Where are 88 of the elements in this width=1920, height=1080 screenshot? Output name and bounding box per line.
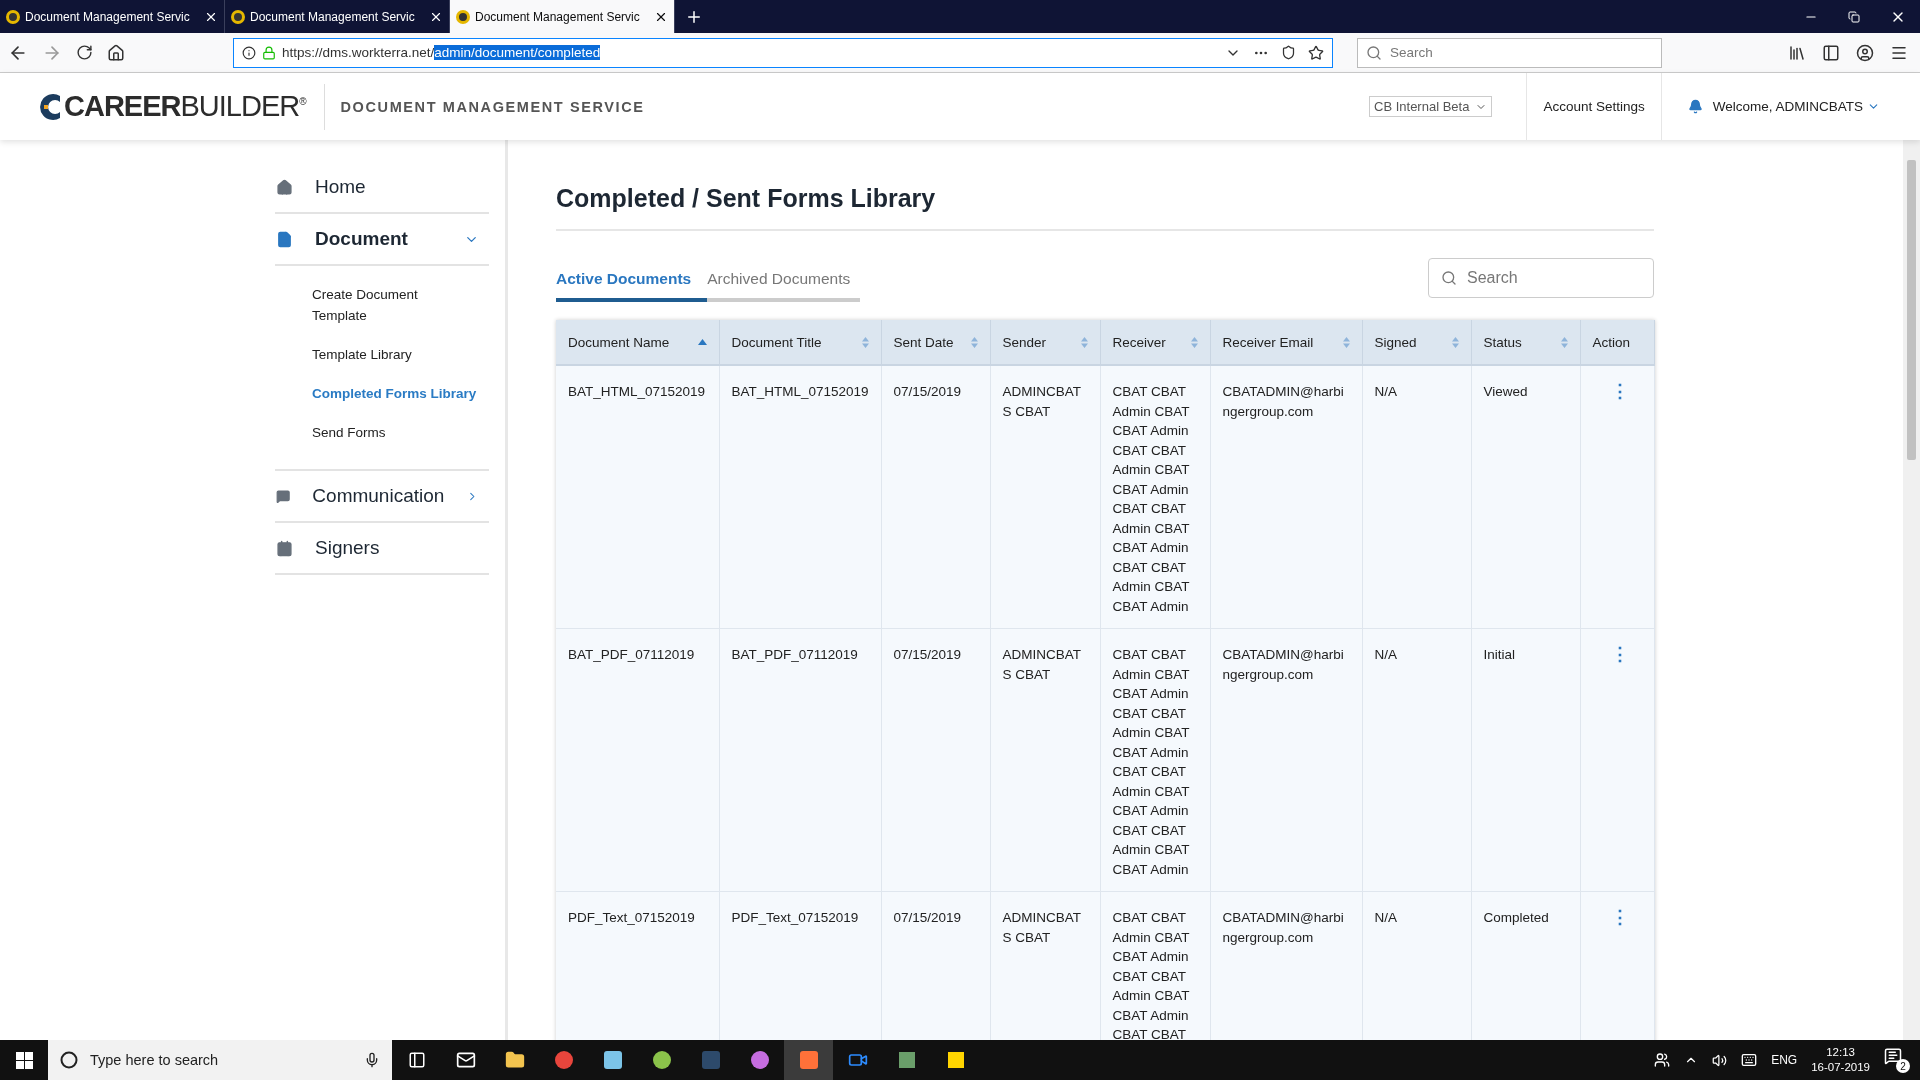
table-cell-text: BAT_HTML_07152019 <box>568 383 707 401</box>
column-header[interactable]: Document Name <box>556 320 719 365</box>
app-icon[interactable] <box>784 1040 833 1080</box>
table-cell-text: Initial <box>1483 646 1516 664</box>
table-cell-text: 07/15/2019 <box>893 383 963 401</box>
document-icon <box>276 230 293 248</box>
table-cell-text: BAT_HTML_07152019 <box>731 383 869 401</box>
site-icon <box>231 9 245 24</box>
welcome-menu[interactable]: Welcome, ADMINCBATS <box>1712 99 1880 114</box>
table-cell-text: CBATADMIN@harbingergroup.com <box>1222 383 1345 421</box>
microphone-icon[interactable] <box>364 1052 380 1068</box>
logo-icon <box>40 91 62 122</box>
table-cell-text: ADMINCBATS CBAT <box>1002 909 1082 947</box>
column-header[interactable]: Sender <box>990 320 1100 365</box>
browser-tab[interactable]: Document Management Servic <box>450 0 675 33</box>
table-cell-text: N/A <box>1374 909 1398 927</box>
table-cell-text: N/A <box>1374 383 1398 401</box>
sidebar-item[interactable]: Signers <box>275 523 489 575</box>
table-cell-text: 07/15/2019 <box>893 909 963 927</box>
account-icon[interactable] <box>1856 43 1874 62</box>
more-button[interactable]: ⋮ <box>1592 645 1629 664</box>
site-icon <box>6 9 20 24</box>
site-icon <box>456 9 470 24</box>
search-icon <box>1366 44 1382 61</box>
more-button[interactable]: ⋮ <box>1592 382 1629 401</box>
sidebar-link[interactable]: Send Forms <box>312 416 447 455</box>
service-title: DOCUMENT MANAGEMENT SERVICE <box>323 83 645 130</box>
windows-icon[interactable] <box>15 1051 33 1069</box>
lock-icon[interactable] <box>262 45 276 60</box>
table-cell-text: CBAT CBAT Admin CBAT CBAT Admin CBAT CBAT Admin CBAT CBAT Admin CBAT CBAT <box>1112 909 1191 1040</box>
column-header[interactable]: Document Title <box>719 320 881 365</box>
search-field[interactable]: Search <box>1428 258 1654 298</box>
search-field[interactable]: Type here to search <box>48 1040 392 1080</box>
people-icon[interactable] <box>1654 1052 1671 1068</box>
table-cell-text: Completed <box>1483 909 1550 927</box>
shield-icon[interactable] <box>1281 45 1296 60</box>
restore-icon[interactable] <box>1848 10 1860 23</box>
table-cell-text: CBATADMIN@harbingergroup.com <box>1222 646 1345 684</box>
column-header[interactable]: Sent Date <box>881 320 990 365</box>
address-field[interactable]: https://dms.workterra.net/admin/document/completed <box>233 37 1333 68</box>
search-field[interactable]: Search <box>1357 37 1662 68</box>
table-cell-text: PDF_Text_07152019 <box>568 909 696 927</box>
tab[interactable]: Active Documents <box>556 262 708 302</box>
clock[interactable]: 12:13 16-07-2019 <box>1811 1045 1870 1075</box>
sort-up-icon[interactable] <box>697 339 707 345</box>
column-header[interactable]: Receiver <box>1100 320 1210 365</box>
sidebar-item[interactable]: Document <box>275 214 489 266</box>
table-cell-text: CBATADMIN@harbingergroup.com <box>1222 909 1345 947</box>
table-cell-text: PDF_Text_07152019 <box>731 909 860 927</box>
volume-icon[interactable] <box>1712 1052 1728 1068</box>
sidebar-item[interactable]: Communication <box>275 471 489 523</box>
table-cell-text: ADMINCBATS CBAT <box>1002 383 1082 421</box>
tab[interactable]: Archived Documents <box>707 262 861 302</box>
bell-icon[interactable] <box>1687 99 1703 114</box>
reload-icon[interactable] <box>76 44 93 61</box>
home-icon <box>276 178 293 196</box>
environment-select[interactable]: CB Internal Beta <box>1369 96 1493 117</box>
home-icon[interactable] <box>107 43 125 62</box>
logo: CAREERBUILDER$^{®}$ <box>64 90 306 123</box>
table-cell-text: BAT_PDF_07112019 <box>568 646 696 664</box>
table-cell-text: CBAT CBAT Admin CBAT CBAT Admin CBAT CBAT Admin CBAT CBAT Admin CBAT CBAT Admin CBAT CBAT Admin CBAT CBAT Admin CBAT CBAT Admin <box>1112 646 1191 879</box>
column-header[interactable]: Receiver Email <box>1210 320 1362 365</box>
info-icon[interactable] <box>242 45 256 60</box>
column-header[interactable]: Status <box>1471 320 1580 365</box>
keyboard-icon[interactable] <box>1741 1052 1758 1068</box>
column-header: Action <box>1580 320 1654 365</box>
sidebar-link[interactable]: Template Library <box>312 338 447 377</box>
more-button[interactable]: ⋮ <box>1592 908 1629 927</box>
column-header[interactable]: Signed <box>1362 320 1471 365</box>
table-cell-text: ADMINCBATS CBAT <box>1002 646 1082 684</box>
search-icon <box>1441 270 1457 286</box>
library-icon[interactable] <box>1788 43 1806 62</box>
page-title: Completed / Sent Forms Library <box>556 184 1654 231</box>
table-cell-text: CBAT CBAT Admin CBAT CBAT Admin CBAT CBAT Admin CBAT CBAT Admin CBAT CBAT Admin CBAT CBAT Admin CBAT CBAT Admin CBAT CBAT Admin <box>1112 383 1191 616</box>
star-icon[interactable] <box>1308 44 1324 61</box>
table-cell-text: 07/15/2019 <box>893 646 963 664</box>
table-cell-text: N/A <box>1374 646 1398 664</box>
cortana-icon <box>60 1051 78 1069</box>
sidebar-icon[interactable] <box>1822 43 1840 62</box>
sidebar-item[interactable]: Home <box>275 162 489 214</box>
table-cell-text: BAT_PDF_07112019 <box>731 646 859 664</box>
table-cell-text: Viewed <box>1483 383 1529 401</box>
scrollbar[interactable] <box>1903 140 1920 1040</box>
language-indicator[interactable]: ENG <box>1771 1053 1798 1067</box>
message-icon <box>276 487 291 505</box>
sidebar-link[interactable]: Create Document Template <box>312 278 447 338</box>
account-settings-link[interactable]: Account Settings <box>1526 73 1661 140</box>
sidebar-link[interactable]: Completed Forms Library <box>312 377 502 416</box>
